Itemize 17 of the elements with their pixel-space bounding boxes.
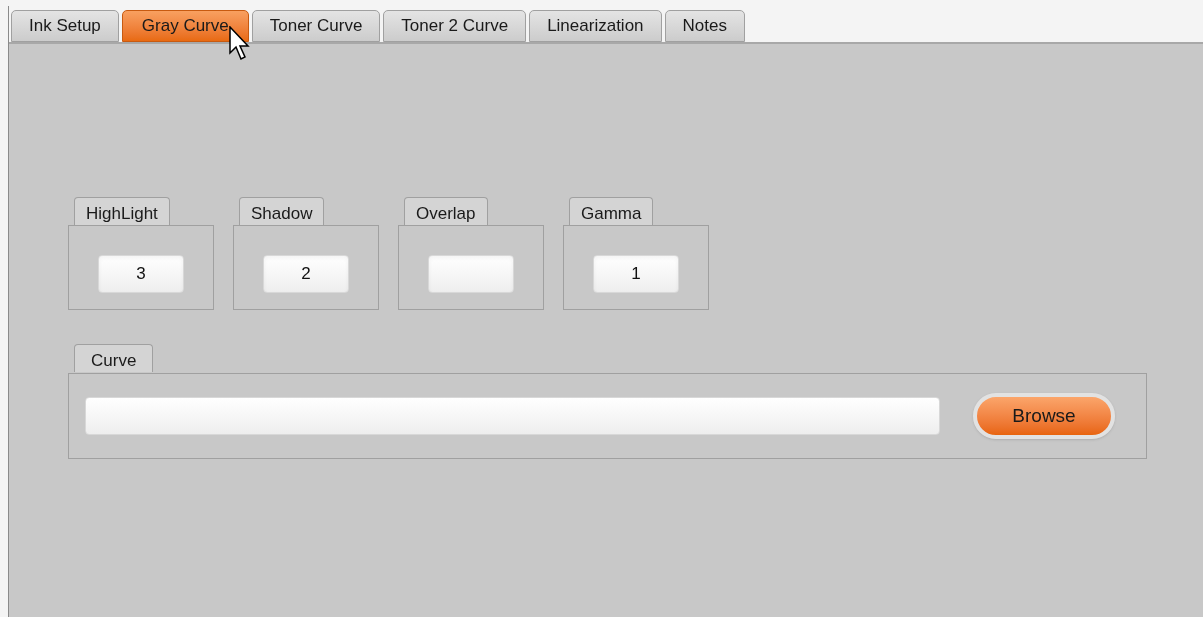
input-field[interactable]: 2 — [263, 255, 349, 293]
group-label: HighLight — [74, 197, 170, 225]
tab[interactable]: Toner Curve — [251, 10, 381, 42]
group-label: Shadow — [239, 197, 325, 225]
tab[interactable]: Toner 2 Curve — [383, 10, 527, 42]
input-field[interactable]: 3 — [98, 255, 184, 293]
input-field[interactable]: 1 — [593, 255, 679, 293]
group-label: Overlap — [404, 197, 488, 225]
tab[interactable]: Linearization — [529, 10, 662, 42]
tab[interactable]: Ink Setup — [11, 10, 119, 42]
tab[interactable]: Gray Curve — [121, 10, 249, 42]
group-label: Gamma — [569, 197, 654, 225]
file-path-field[interactable] — [85, 397, 940, 435]
tab[interactable]: Notes — [664, 10, 745, 42]
group-label: Curve — [74, 344, 154, 372]
browse-button[interactable]: Browse — [973, 393, 1115, 439]
input-field[interactable] — [428, 255, 514, 293]
